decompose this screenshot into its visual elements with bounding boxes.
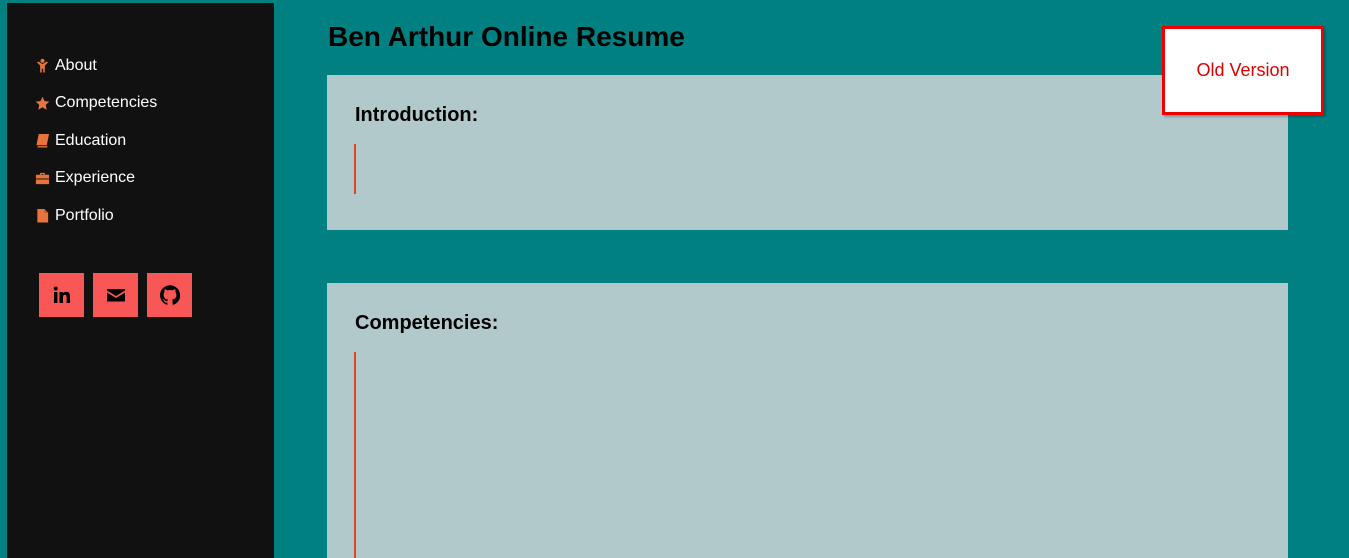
old-version-link[interactable]: Old Version xyxy=(1162,26,1324,115)
github-icon xyxy=(159,285,180,305)
star-icon xyxy=(34,95,50,112)
section-heading: Competencies: xyxy=(355,312,499,334)
book-icon xyxy=(34,132,50,149)
github-button[interactable] xyxy=(147,273,192,317)
page: About Competencies Education Experience xyxy=(0,0,1349,558)
sidebar-item-label: Education xyxy=(55,131,127,149)
sidebar: About Competencies Education Experience xyxy=(7,3,274,558)
section-rule xyxy=(354,352,356,558)
email-button[interactable] xyxy=(93,273,138,317)
briefcase-icon xyxy=(34,170,50,187)
sidebar-item-education[interactable]: Education xyxy=(34,122,157,160)
social-links xyxy=(39,273,201,317)
section-rule xyxy=(354,144,356,194)
sidebar-item-label: Experience xyxy=(55,169,136,187)
competencies-section: Competencies: xyxy=(327,283,1288,558)
sidebar-item-competencies[interactable]: Competencies xyxy=(34,85,157,123)
sidebar-item-label: Portfolio xyxy=(55,206,114,224)
introduction-section: Introduction: xyxy=(327,75,1288,230)
file-icon xyxy=(34,207,50,224)
sidebar-item-about[interactable]: About xyxy=(34,47,157,85)
linkedin-icon xyxy=(53,286,70,303)
page-title: Ben Arthur Online Resume xyxy=(328,21,685,52)
section-heading: Introduction: xyxy=(355,104,479,126)
sidebar-nav: About Competencies Education Experience xyxy=(34,47,157,235)
linkedin-button[interactable] xyxy=(39,273,84,317)
envelope-icon xyxy=(106,289,125,302)
sidebar-item-portfolio[interactable]: Portfolio xyxy=(34,197,157,235)
sidebar-item-experience[interactable]: Experience xyxy=(34,160,157,198)
sidebar-item-label: Competencies xyxy=(55,94,158,112)
child-icon xyxy=(34,57,50,74)
sidebar-item-label: About xyxy=(55,56,97,74)
